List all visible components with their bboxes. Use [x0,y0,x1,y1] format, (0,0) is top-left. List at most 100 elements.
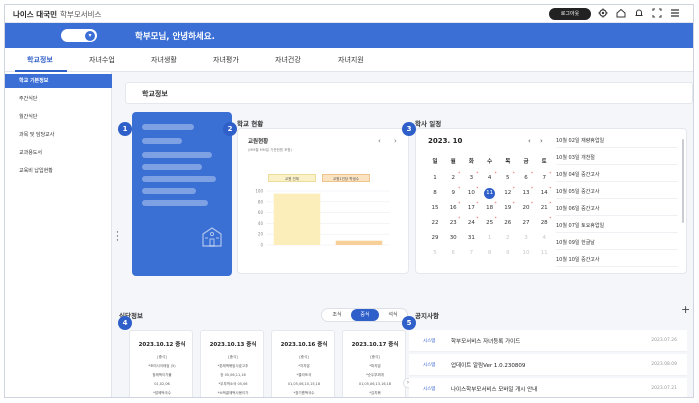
meal-tab-lunch[interactable]: 중식 [351,309,379,321]
brand-logo[interactable]: 나이스 대국민 학부모서비스 [13,9,101,20]
calendar-day[interactable]: 14 * [535,186,553,200]
greeting-text: 학부모님, 안녕하세요. [135,32,215,42]
bar-0[interactable] [273,193,321,245]
calendar-day[interactable]: 1 [426,171,444,185]
child-select-toggle[interactable]: ▾ [61,29,97,42]
calendar-day[interactable]: 4 * [481,171,499,185]
calendar-day[interactable]: 5 [426,246,444,260]
menu-icon[interactable] [669,8,681,20]
tab-child-support[interactable]: 자녀지원 [338,55,364,65]
event-item[interactable]: 10월 10일 중간고사 [556,254,678,267]
calendar-day[interactable]: 16 * [444,201,462,215]
calendar-day[interactable]: 28 * [535,216,553,230]
tab-child-evaluation[interactable]: 자녀평가 [213,55,239,65]
notice-tag: 시스템 [423,387,436,392]
calendar-day[interactable]: 3 [517,231,535,245]
bar-1[interactable] [335,240,383,245]
meal-card[interactable]: 2023.10.17 중식 [중식] *파지밥 *순두부찌개 01,05,06,13,1… [342,330,406,397]
event-item[interactable]: 10월 06일 중간고사 [556,203,678,216]
logout-button[interactable]: 로그아웃 [549,8,591,20]
tab-child-class[interactable]: 자녀수업 [89,55,115,65]
badge-5: 5 [402,316,416,330]
calendar-day[interactable]: 30 [444,231,462,245]
tab-school-info[interactable]: 학교정보 [27,55,53,65]
calendar-day[interactable]: 7 * [535,171,553,185]
event-item[interactable]: 10월 03일 개천절 [556,152,678,165]
weekday-header: 화 [468,159,474,165]
calendar-day[interactable]: 17 * [462,201,480,215]
calendar-day[interactable]: 26 [499,216,517,230]
sidebar-item-monthly-meal[interactable]: 월간식단 [5,110,112,124]
calendar-day[interactable]: 9 [499,246,517,260]
event-item[interactable]: 10월 07일 토요휴업일 [556,220,678,233]
home-icon[interactable] [615,8,627,20]
meal-menu-line: *본레떡볶밥사효고추 [217,364,249,368]
calendar-day[interactable]: 20 * [517,201,535,215]
event-item[interactable]: 10월 05일 중간고사 [556,186,678,199]
sidebar-item-weekly-meal[interactable]: 주간식단 [5,92,112,106]
tab-child-life[interactable]: 자녀생활 [151,55,177,65]
event-item[interactable]: 10월 04일 중간고사 [556,169,678,182]
calendar-day[interactable]: 13 * [517,186,535,200]
notice-title-text[interactable]: 업데이트 알림Ver 1.0.230809 [451,361,525,369]
meal-card[interactable]: 2023.10.13 중식 [중식] *본레떡볶밥사효고추 장 05,06,11,16… [200,330,264,397]
event-scrollbar[interactable] [682,139,684,223]
meal-tab-breakfast[interactable]: 조식 [323,309,351,321]
meal-card[interactable]: 2023.10.16 중식 [중식] *차지밥 *콜라또국 01,05,06,10,15… [271,330,335,397]
notice-row[interactable]: 시스템 학부모서비스 자녀등록 가이드 2023.07.26 [409,330,687,352]
sidebar-item-basic-info[interactable]: 학교 기본정보 [5,74,112,88]
notice-row[interactable]: 시스템 업데이트 알림Ver 1.0.230809 2023.08.09 [409,354,687,376]
calendar-day[interactable]: 6 * [517,171,535,185]
calendar-day[interactable]: 7 [462,246,480,260]
vertical-dots-icon[interactable]: · · · [116,229,119,246]
sidebar-item-tuition[interactable]: 교육비 납입현황 [5,164,112,178]
calendar-day[interactable]: 8 [481,246,499,260]
calendar-day[interactable]: 15 [426,201,444,215]
calendar-day[interactable]: 27 [517,216,535,230]
chevron-left-icon[interactable]: ‹ [378,137,381,145]
calendar-day[interactable]: 23 * [444,216,462,230]
notice-title: 공지사항 [415,312,439,320]
calendar-day[interactable]: 19 * [499,201,517,215]
calendar-day[interactable]: 21 * [535,201,553,215]
calendar-day[interactable]: 22 [426,216,444,230]
notice-title-text[interactable]: 나이스학부모서비스 모바일 개시 안내 [451,385,537,393]
calendar-day[interactable]: 12 * [499,186,517,200]
calendar-day[interactable]: 10 * [462,186,480,200]
calendar-day[interactable]: 2 [499,231,517,245]
calendar-day[interactable]: 5 * [499,171,517,185]
event-item[interactable]: 10월 02일 재량휴업일 [556,135,678,148]
tab-child-health[interactable]: 자녀건강 [275,55,301,65]
expand-icon[interactable] [651,8,663,20]
calendar-day[interactable]: 11 [535,246,553,260]
gear-icon[interactable] [597,8,609,20]
school-bar-title: 학교정보 [142,90,168,98]
calendar-day[interactable]: 31 [462,231,480,245]
weekday-header: 일 [432,159,438,165]
notice-row[interactable]: 시스템 나이스학부모서비스 모바일 개시 안내 2023.07.21 [409,378,687,397]
sidebar-item-subjects[interactable]: 과목 및 담당교사 [5,128,112,142]
calendar-day[interactable]: 2 * [444,171,462,185]
calendar-day[interactable]: 25 * [481,216,499,230]
calendar-day[interactable]: 9 * [444,186,462,200]
calendar-day[interactable]: 29 [426,231,444,245]
chevron-right-icon[interactable]: › [394,137,397,145]
y-tick-label: 100 [255,189,263,194]
sidebar-item-textbooks[interactable]: 교과용도서 [5,146,112,160]
prev-month-icon[interactable]: ‹ [528,137,531,145]
calendar-day[interactable]: 1 [481,231,499,245]
bell-icon[interactable] [633,8,645,20]
calendar-day[interactable]: 10 [517,246,535,260]
calendar-day[interactable]: 11 [481,186,499,200]
calendar-day[interactable]: 18 * [481,201,499,215]
calendar-day[interactable]: 6 [444,246,462,260]
next-month-icon[interactable]: › [540,137,543,145]
plus-icon[interactable]: + [681,303,690,316]
meal-card[interactable]: 2023.10.12 중식 [중식] *조미사이태엄 (5) 참깨떡이가물 01,02,… [129,330,193,397]
calendar-day[interactable]: 3 * [462,171,480,185]
calendar-day[interactable]: 4 [535,231,553,245]
event-item[interactable]: 10월 09일 한글날 [556,237,678,250]
notice-title-text[interactable]: 학부모서비스 자녀등록 가이드 [451,337,520,345]
calendar-day[interactable]: 24 * [462,216,480,230]
calendar-day[interactable]: 8 [426,186,444,200]
